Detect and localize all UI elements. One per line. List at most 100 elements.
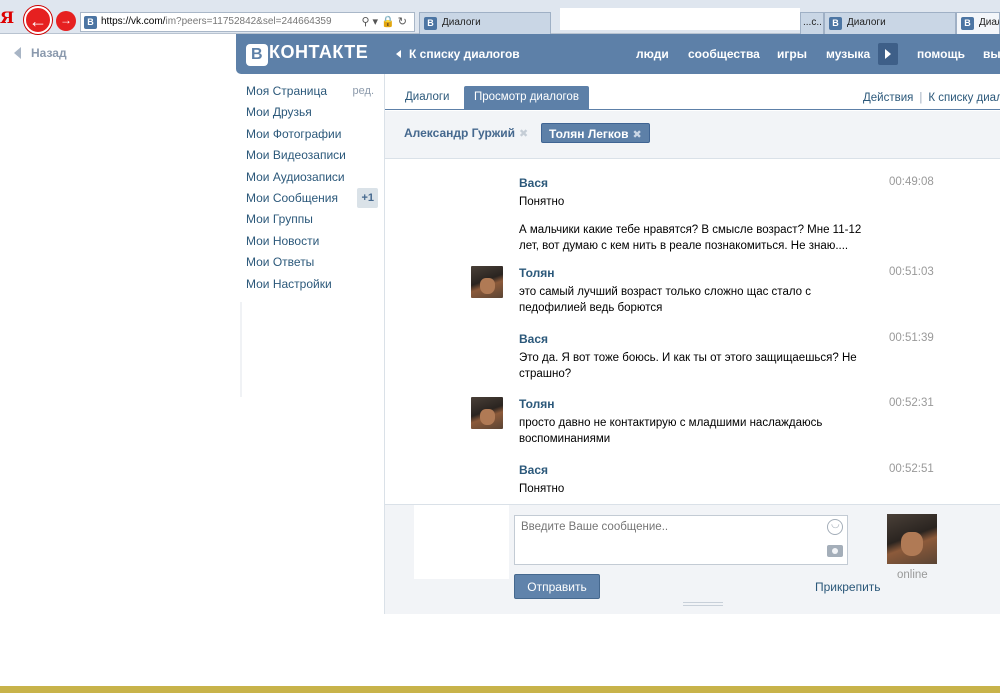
menu-games[interactable]: игры xyxy=(777,47,807,61)
message-time[interactable]: 00:52:51 xyxy=(889,463,934,475)
message-author[interactable]: Вася xyxy=(519,332,548,346)
address-bar-icons[interactable]: ⚲▾🔒↻ xyxy=(362,15,411,28)
left-menu-item-news[interactable]: Мои Новости xyxy=(246,233,380,254)
menu-logout[interactable]: вы xyxy=(983,47,1000,61)
menu-communities[interactable]: сообщества xyxy=(688,47,760,61)
os-taskbar xyxy=(0,686,1000,693)
left-menu-item-settings[interactable]: Мои Настройки xyxy=(246,276,380,297)
tab-label: Диал xyxy=(979,17,999,28)
attach-link[interactable]: Прикрепить xyxy=(815,580,881,594)
peer-name: Толян Легков xyxy=(549,127,629,141)
menu-music[interactable]: музыка xyxy=(826,47,870,61)
browser-forward-icon[interactable]: → xyxy=(56,11,76,31)
vk-logo-icon: В xyxy=(246,44,268,66)
message: Вася 00:49:08 Понятно А мальчики какие т… xyxy=(385,176,1000,268)
left-menu-item-audios[interactable]: Мои Аудиозаписи xyxy=(246,169,380,190)
dialog-panel: Диалоги Просмотр диалогов Действия | К спи… xyxy=(384,74,1000,614)
message-line: А мальчики какие тебе нравятся? В смысле… xyxy=(519,224,862,252)
message-time[interactable]: 00:51:39 xyxy=(889,332,934,344)
vk-logo-text: КОНТАКТЕ xyxy=(269,42,369,62)
browser-toolbar: Я ← → В https://vk.com/im?peers=11752842… xyxy=(0,0,1000,34)
resize-grip[interactable] xyxy=(683,602,723,606)
message-line: это самый лучший возраст только сложно щ… xyxy=(519,286,812,314)
dialog-tabs: Диалоги Просмотр диалогов Действия | К спи… xyxy=(385,84,1000,110)
left-menu-label: Мои Сообщения xyxy=(246,190,338,205)
separator: | xyxy=(919,92,923,104)
menu-people[interactable]: люди xyxy=(636,47,669,61)
tab-label: Диалоги xyxy=(442,17,481,28)
browser-tab[interactable]: ...с.. ✕ xyxy=(800,12,824,34)
tab-view-dialogs[interactable]: Просмотр диалогов xyxy=(464,86,589,110)
left-menu: Моя Страница ред. Мои Друзья Мои Фотограф… xyxy=(246,83,380,297)
site-header: В КОНТАКТЕ К списку диалогов люди сообщес… xyxy=(236,34,1000,74)
unread-badge: +1 xyxy=(357,187,378,208)
online-status: online xyxy=(897,569,928,581)
url-text[interactable]: https://vk.com/im?peers=11752842&sel=244… xyxy=(101,16,332,27)
header-to-list-label: К списку диалогов xyxy=(409,47,520,61)
message-author[interactable]: Толян xyxy=(519,266,554,280)
message-line: Понятно xyxy=(519,196,565,208)
browser-back-icon[interactable]: ← xyxy=(24,6,52,34)
close-icon[interactable]: ✖ xyxy=(519,128,528,140)
message: Толян 00:52:31 просто давно не контактир… xyxy=(385,397,1000,457)
browser-tab[interactable]: В Диалоги xyxy=(824,12,956,34)
message-text: это самый лучший возраст только сложно щ… xyxy=(519,284,879,328)
camera-icon[interactable] xyxy=(827,545,843,557)
message-text: Понятно xyxy=(519,481,879,504)
address-bar[interactable]: В https://vk.com/im?peers=11752842&sel=2… xyxy=(80,12,415,32)
to-list-link[interactable]: К списку диалогов xyxy=(928,92,1000,104)
peer-chip-selected[interactable]: Толян Легков ✖ xyxy=(541,123,650,143)
left-menu-item-my-page[interactable]: Моя Страница ред. xyxy=(246,83,380,104)
left-triangle-icon xyxy=(396,50,401,58)
tab-dialogs[interactable]: Диалоги xyxy=(395,86,459,110)
message: Толян 00:51:03 это самый лучший возраст … xyxy=(385,266,1000,326)
peer-name: Александр Гуржий xyxy=(404,126,515,140)
message-line: Это да. Я вот тоже боюсь. И как ты от эт… xyxy=(519,352,857,380)
browser-tab[interactable]: В Диалоги xyxy=(419,12,551,34)
send-button[interactable]: Отправить xyxy=(514,574,600,599)
browser-tab-active[interactable]: В Диал xyxy=(956,12,1000,34)
smile-icon[interactable] xyxy=(827,519,843,535)
avatar[interactable] xyxy=(471,266,503,298)
edit-link[interactable]: ред. xyxy=(353,83,374,99)
vk-logo[interactable]: В КОНТАКТЕ xyxy=(246,42,368,66)
message-line: Понятно xyxy=(519,483,565,495)
left-menu-label: Моя Страница xyxy=(246,84,328,98)
redacted-area xyxy=(560,8,800,30)
actions-link[interactable]: Действия xyxy=(863,92,913,104)
back-arrow-icon xyxy=(14,47,21,59)
message-author[interactable]: Толян xyxy=(519,397,554,411)
message-author[interactable]: Вася xyxy=(519,463,548,477)
yandex-logo-icon[interactable]: Я xyxy=(0,8,18,30)
back-link[interactable]: Назад xyxy=(14,46,67,60)
message: Вася 00:51:39 Это да. Я вот тоже боюсь. … xyxy=(385,332,1000,392)
left-menu-item-videos[interactable]: Мои Видеозаписи xyxy=(246,147,380,168)
left-menu-item-friends[interactable]: Мои Друзья xyxy=(246,104,380,125)
message-text: просто давно не контактирую с младшими н… xyxy=(519,415,849,459)
avatar[interactable] xyxy=(471,397,503,429)
left-menu-item-messages[interactable]: Мои Сообщения +1 xyxy=(246,187,380,211)
header-to-dialog-list[interactable]: К списку диалогов xyxy=(396,47,520,61)
left-menu-item-photos[interactable]: Мои Фотографии xyxy=(246,126,380,147)
vk-favicon-icon: В xyxy=(424,17,437,30)
menu-more-arrow-icon[interactable] xyxy=(878,43,898,65)
my-avatar[interactable] xyxy=(887,514,937,564)
url-path: im?peers=11752842&sel=244664359 xyxy=(165,16,332,27)
left-menu-item-answers[interactable]: Мои Ответы xyxy=(246,254,380,275)
message-time[interactable]: 00:52:31 xyxy=(889,397,934,409)
close-icon[interactable]: ✖ xyxy=(632,129,641,141)
menu-help[interactable]: помощь xyxy=(917,47,965,61)
message-text: Понятно А мальчики какие тебе нравятся? … xyxy=(519,194,879,266)
message-text: Это да. Я вот тоже боюсь. И как ты от эт… xyxy=(519,350,859,394)
vk-favicon-icon: В xyxy=(961,17,974,30)
left-menu-item-groups[interactable]: Мои Группы xyxy=(246,211,380,232)
tab-label: ...с.. ✕ xyxy=(803,17,823,28)
message-author[interactable]: Вася xyxy=(519,176,548,190)
message-input[interactable] xyxy=(514,515,848,565)
message-time[interactable]: 00:49:08 xyxy=(889,176,934,188)
message-line: просто давно не контактирую с младшими н… xyxy=(519,417,823,445)
redacted-area xyxy=(414,505,509,579)
message-time[interactable]: 00:51:03 xyxy=(889,266,934,278)
tab-label: Диалоги xyxy=(847,17,886,28)
peer-chip[interactable]: Александр Гуржий ✖ xyxy=(397,123,535,143)
